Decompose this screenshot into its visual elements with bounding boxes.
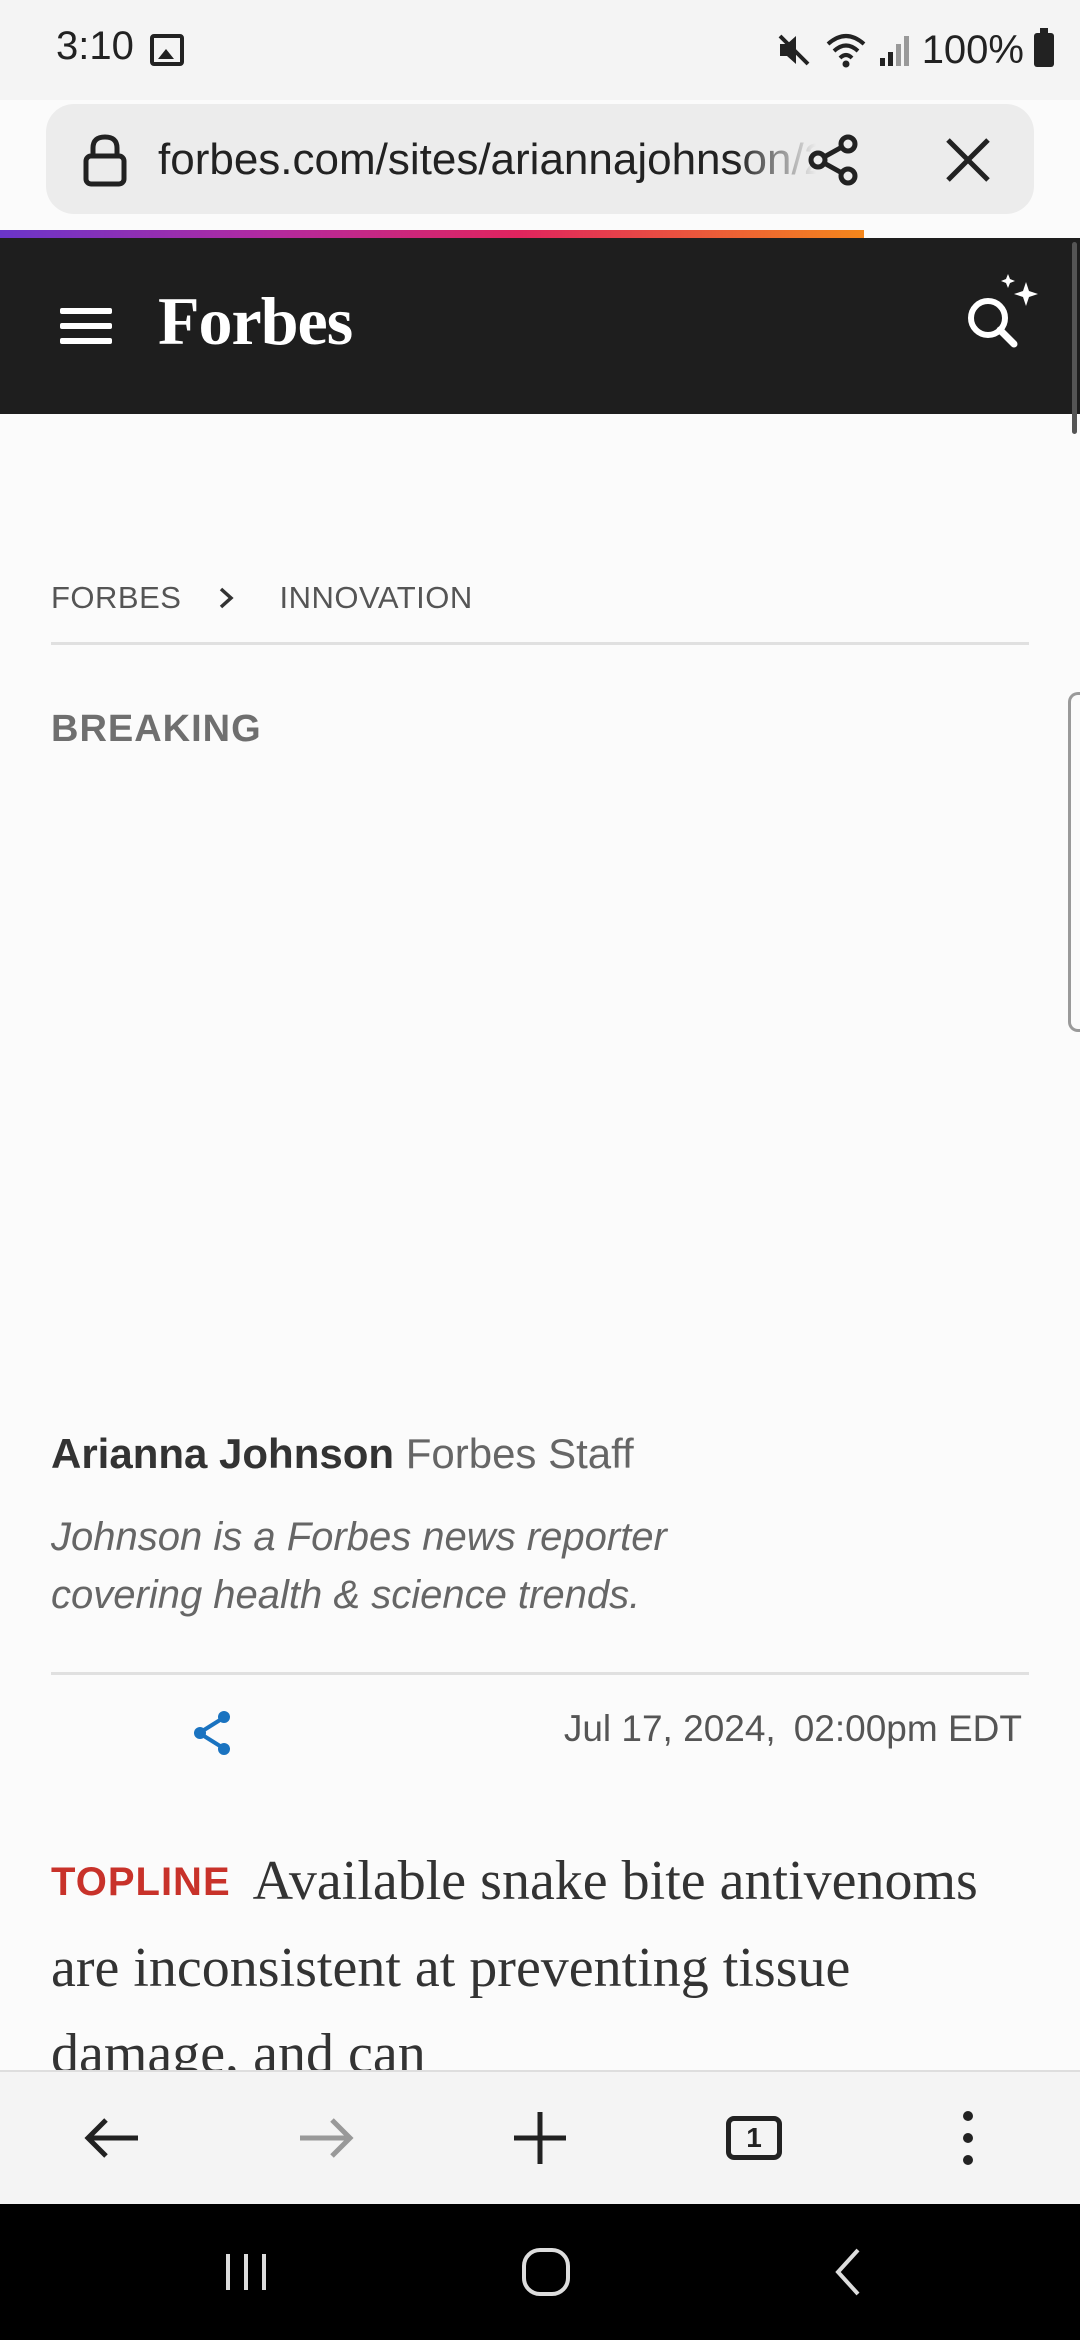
- home-icon[interactable]: [514, 2240, 578, 2304]
- lock-icon: [83, 134, 127, 187]
- breadcrumb-innovation[interactable]: INNOVATION: [279, 580, 472, 616]
- forward-icon[interactable]: [286, 2098, 366, 2178]
- author-name[interactable]: Arianna Johnson: [51, 1430, 394, 1477]
- browser-toolbar: 1: [0, 2070, 1080, 2204]
- system-back-icon[interactable]: [816, 2240, 880, 2304]
- author-bio: Johnson is a Forbes news reporter coveri…: [51, 1515, 667, 1617]
- chevron-right-icon: [220, 587, 235, 609]
- breadcrumb-forbes[interactable]: FORBES: [51, 580, 181, 616]
- share-icon[interactable]: [804, 130, 864, 190]
- back-icon[interactable]: [72, 2098, 152, 2178]
- more-icon[interactable]: [928, 2098, 1008, 2178]
- wifi-icon: [826, 34, 866, 68]
- status-icons: 100%: [774, 22, 1054, 78]
- gallery-notification-icon: [150, 34, 184, 66]
- divider: [51, 1672, 1029, 1675]
- breadcrumb: FORBES INNOVATION: [51, 578, 473, 618]
- scrollbar[interactable]: [1072, 242, 1077, 434]
- new-tab-icon[interactable]: [500, 2098, 580, 2178]
- address-bar[interactable]: forbes.com/sites/ariannajohnson/2024/07/…: [46, 104, 1034, 214]
- forbes-logo[interactable]: Forbes: [158, 282, 353, 361]
- recents-icon[interactable]: [214, 2240, 278, 2304]
- page-load-progress: [0, 230, 864, 238]
- site-header: Forbes: [0, 238, 1080, 414]
- status-time: 3:10: [56, 24, 134, 68]
- publish-date: Jul 17, 2024,: [563, 1708, 776, 1749]
- share-icon[interactable]: [190, 1708, 236, 1758]
- breaking-label: BREAKING: [51, 708, 262, 750]
- author-role: Forbes Staff: [405, 1430, 634, 1477]
- divider: [51, 642, 1029, 645]
- mute-icon: [778, 34, 810, 66]
- article-date: Jul 17, 2024, 02:00pm EDT: [564, 1708, 1022, 1750]
- signal-icon: [879, 36, 909, 66]
- topline-paragraph: TOPLINE Available snake bite antivenoms a…: [51, 1838, 1041, 2097]
- system-nav-bar: [0, 2204, 1080, 2340]
- author-line: Arianna Johnson Forbes Staff: [51, 1430, 634, 1478]
- publish-time: 02:00pm EDT: [793, 1708, 1022, 1749]
- edge-panel-handle[interactable]: [1068, 692, 1080, 1032]
- close-icon[interactable]: [938, 130, 998, 190]
- menu-icon[interactable]: [60, 308, 112, 344]
- status-bar: 3:10 100%: [0, 0, 1080, 100]
- battery-percent: 100%: [921, 27, 1024, 72]
- topline-label: TOPLINE: [51, 1860, 231, 1904]
- tabs-icon[interactable]: 1: [726, 2116, 782, 2160]
- url-text[interactable]: forbes.com/sites/ariannajohnson/2024/07/…: [158, 132, 816, 188]
- battery-icon: [1034, 28, 1054, 67]
- search-ai-icon[interactable]: [958, 274, 1042, 358]
